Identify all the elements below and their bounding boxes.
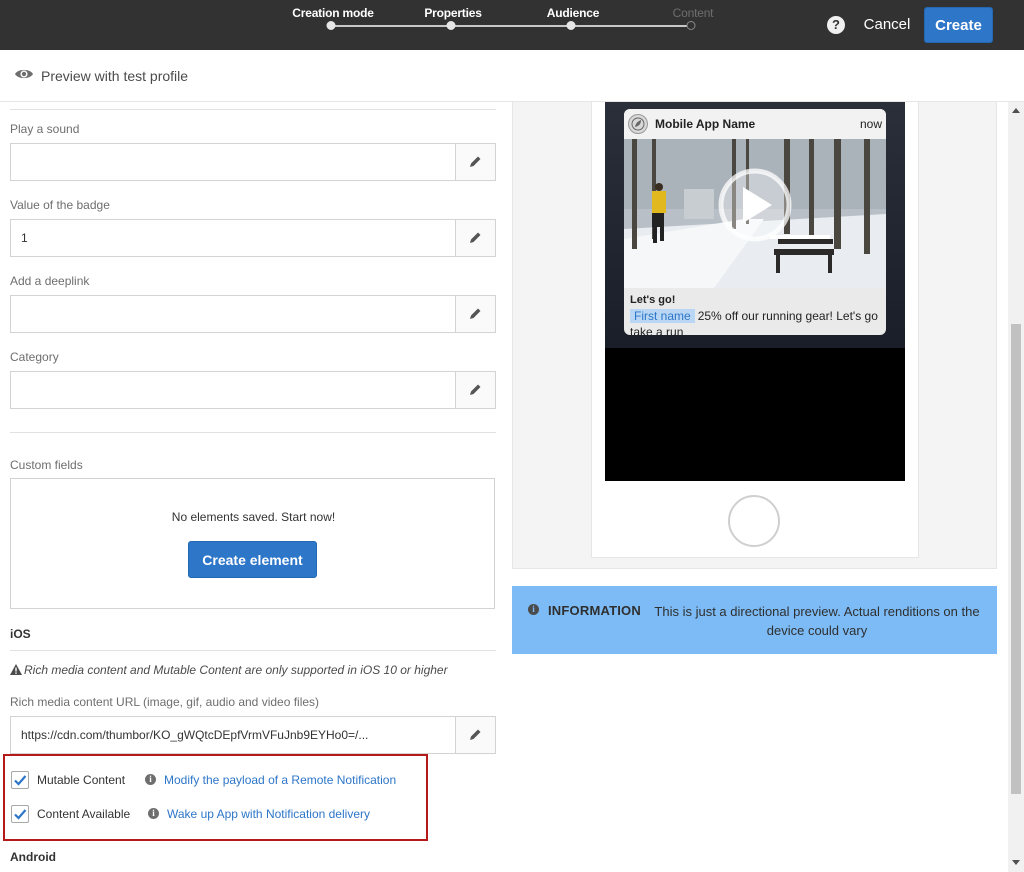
divider: [10, 432, 496, 433]
category-field[interactable]: [10, 371, 496, 409]
phone-home-button: [728, 495, 780, 547]
step-audience[interactable]: Audience: [547, 6, 600, 20]
step-creation-mode[interactable]: Creation mode: [292, 6, 374, 20]
warning-text: Rich media content and Mutable Content a…: [24, 663, 448, 677]
pencil-icon: [470, 232, 481, 243]
divider: [10, 650, 496, 651]
information-title: INFORMATION: [548, 603, 641, 618]
empty-state-text: No elements saved. Start now!: [171, 510, 336, 524]
info-icon: i: [528, 604, 539, 615]
notification-title: Let's go!: [630, 294, 676, 306]
rich-media-edit-button[interactable]: [455, 717, 495, 753]
android-section-title: Android: [10, 850, 56, 864]
step-content[interactable]: Content: [673, 6, 714, 20]
custom-fields-label: Custom fields: [10, 458, 83, 472]
category-label: Category: [10, 350, 59, 364]
warning-icon: [10, 664, 22, 675]
step-dot-properties: [446, 21, 456, 30]
information-banner: i INFORMATION This is just a directional…: [512, 586, 997, 654]
pencil-icon: [470, 156, 481, 167]
play-sound-value[interactable]: [21, 144, 441, 180]
notification-body: First name 25% off our running gear! Let'…: [630, 308, 882, 335]
checkmark-icon: [14, 809, 27, 820]
mutable-content-label: Mutable Content: [37, 773, 126, 787]
step-properties[interactable]: Properties: [424, 6, 482, 20]
content-available-row: Content Available i Wake up App with Not…: [11, 805, 411, 825]
ios-section-title: iOS: [10, 627, 31, 641]
scroll-down-arrow-icon[interactable]: [1012, 860, 1020, 865]
create-button[interactable]: Create: [924, 7, 993, 43]
content-available-help-link[interactable]: Wake up App with Notification delivery: [167, 807, 370, 821]
notification-media-image: [624, 139, 886, 288]
push-notification: Mobile App Name now Let's go! First name…: [624, 109, 886, 335]
step-indicator: Creation mode Properties Audience Conten…: [290, 0, 730, 50]
category-value[interactable]: [21, 372, 441, 408]
scrollbar-thumb[interactable]: [1011, 324, 1021, 794]
eye-icon: [15, 69, 33, 79]
app-name: Mobile App Name: [655, 117, 756, 131]
rich-media-label: Rich media content URL (image, gif, audi…: [10, 695, 320, 709]
rich-media-value[interactable]: https://cdn.com/thumbor/KO_gWQtcDEpfVrmV…: [21, 717, 441, 753]
preview-with-test-profile-bar[interactable]: Preview with test profile: [0, 50, 1024, 102]
mutable-content-help-link[interactable]: Modify the payload of a Remote Notificat…: [164, 773, 396, 787]
play-sound-field[interactable]: [10, 143, 496, 181]
step-dot-creation-mode: [326, 21, 336, 30]
top-bar: Creation mode Properties Audience Conten…: [0, 0, 1024, 50]
deeplink-field[interactable]: [10, 295, 496, 333]
help-icon[interactable]: ?: [827, 16, 845, 34]
category-edit-button[interactable]: [455, 372, 495, 408]
preview-label: Preview with test profile: [41, 68, 189, 84]
deeplink-edit-button[interactable]: [455, 296, 495, 332]
information-text: This is just a directional preview. Actu…: [654, 604, 980, 638]
step-dot-content: [686, 21, 696, 30]
custom-fields-panel: No elements saved. Start now! Create ele…: [10, 478, 495, 609]
create-element-button[interactable]: Create element: [188, 541, 317, 578]
pencil-icon: [470, 729, 481, 740]
app-icon: [628, 114, 648, 134]
step-line: [331, 25, 691, 27]
scroll-up-arrow-icon[interactable]: [1012, 108, 1020, 113]
content-available-label: Content Available: [37, 807, 131, 821]
content-available-checkbox[interactable]: [11, 805, 29, 823]
cancel-button[interactable]: Cancel: [858, 8, 916, 42]
info-icon: i: [148, 808, 159, 819]
personalization-field-first-name: First name: [630, 309, 695, 323]
phone-screen: Mobile App Name now Let's go! First name…: [605, 102, 905, 481]
badge-field[interactable]: 1: [10, 219, 496, 257]
badge-value[interactable]: 1: [21, 220, 441, 256]
badge-label: Value of the badge: [10, 198, 110, 212]
notification-header: Mobile App Name now: [624, 109, 886, 139]
notification-time: now: [859, 117, 882, 131]
pencil-icon: [470, 308, 481, 319]
mutable-content-checkbox[interactable]: [11, 771, 29, 789]
pencil-icon: [470, 384, 481, 395]
info-icon: i: [145, 774, 156, 785]
checkmark-icon: [14, 775, 27, 786]
phone-mockup: Mobile App Name now Let's go! First name…: [591, 102, 919, 558]
rich-media-field[interactable]: https://cdn.com/thumbor/KO_gWQtcDEpfVrmV…: [10, 716, 496, 754]
badge-edit-button[interactable]: [455, 220, 495, 256]
ios-warning: Rich media content and Mutable Content a…: [10, 663, 448, 677]
vertical-scrollbar[interactable]: [1008, 102, 1024, 872]
divider: [10, 109, 496, 110]
play-sound-label: Play a sound: [10, 122, 80, 136]
play-sound-edit-button[interactable]: [455, 144, 495, 180]
device-preview-frame: Mobile App Name now Let's go! First name…: [512, 102, 997, 569]
deeplink-value[interactable]: [21, 296, 441, 332]
leaf-icon: [631, 117, 645, 131]
step-dot-audience: [566, 21, 576, 30]
mutable-content-row: Mutable Content i Modify the payload of …: [11, 771, 411, 791]
ios-options-highlight: Mutable Content i Modify the payload of …: [3, 754, 428, 841]
preview-panel: Mobile App Name now Let's go! First name…: [512, 102, 1008, 872]
deeplink-label: Add a deeplink: [10, 274, 90, 288]
content-form: Play a sound Value of the badge 1 Add a …: [0, 102, 512, 872]
